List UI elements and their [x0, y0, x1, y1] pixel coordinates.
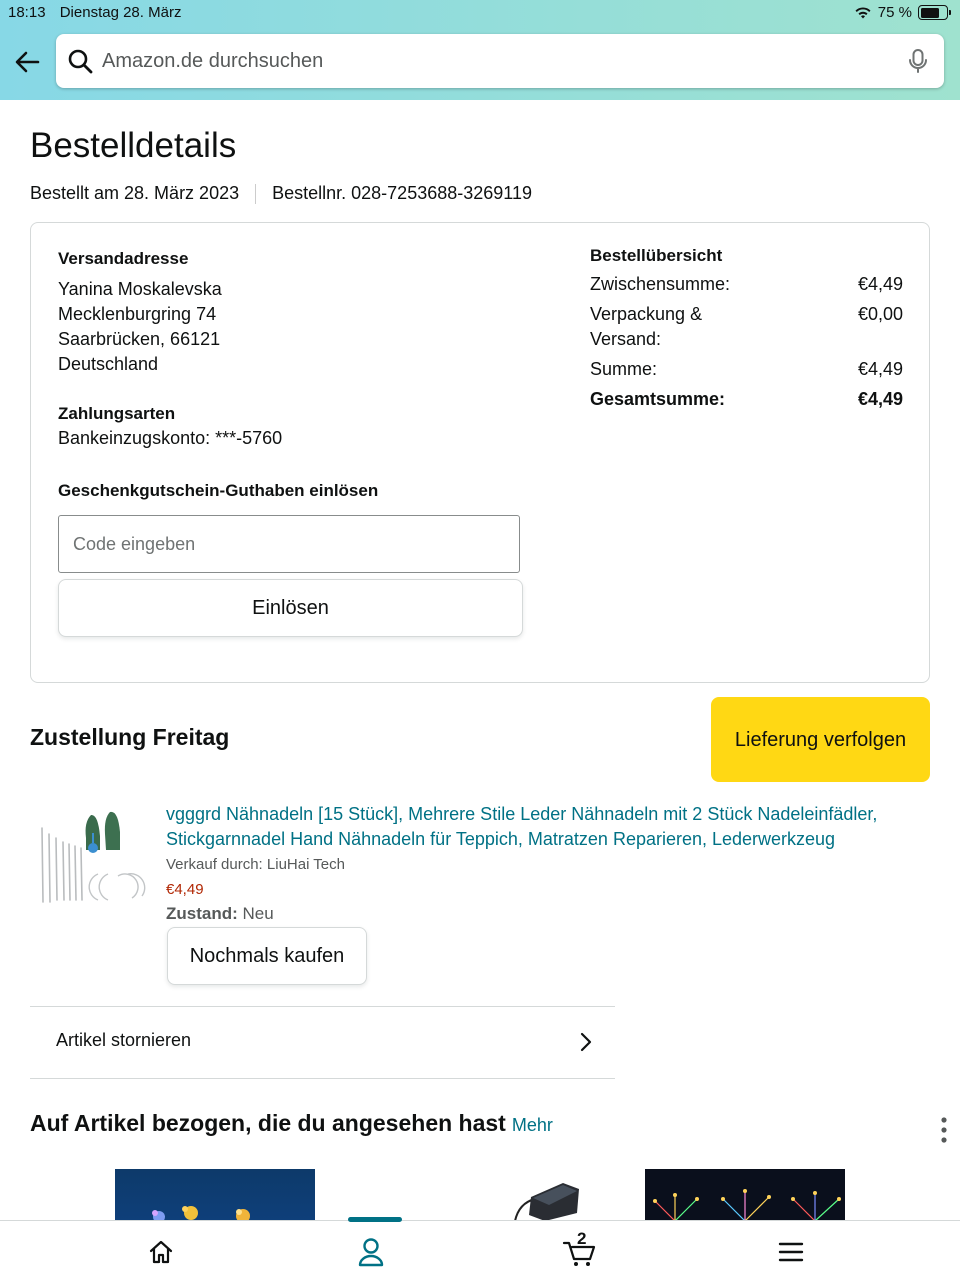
more-options-icon[interactable]: [936, 1116, 952, 1144]
garden-lights-image: [152, 1206, 250, 1221]
product-image[interactable]: [36, 808, 152, 908]
needles-product-icon: [41, 811, 146, 903]
gift-code-input[interactable]: [58, 515, 520, 573]
delivery-heading: Zustellung Freitag: [30, 724, 230, 750]
redeem-button[interactable]: Einlösen: [58, 579, 523, 637]
microphone-icon[interactable]: [904, 47, 932, 75]
nav-account[interactable]: [351, 1235, 391, 1269]
battery-percent: 75 %: [877, 4, 912, 21]
shipping-address: Versandadresse Yanina Moskalevska Meckle…: [58, 246, 222, 377]
product-price: €4,49: [166, 881, 204, 898]
payment-heading: Zahlungsarten: [58, 404, 176, 423]
payment-methods: Zahlungsarten Bankeinzugskonto: ***-5760: [58, 401, 282, 451]
summary-row-subtotal: Zwischensumme: €4,49: [590, 274, 903, 294]
payment-method: Bankeinzugskonto: ***-5760: [58, 428, 283, 448]
status-time: 18:13: [8, 4, 46, 21]
buy-again-button[interactable]: Nochmals kaufen: [167, 927, 367, 985]
condition-label: Zustand:: [166, 904, 238, 923]
related-title: Auf Artikel bezogen, die du angesehen ha…: [30, 1110, 506, 1136]
wifi-icon: [855, 6, 871, 18]
order-number: Bestellnr. 028-7253688-3269119: [272, 183, 532, 203]
shipping-heading: Versandadresse: [58, 249, 189, 268]
back-arrow-icon: [15, 51, 40, 73]
status-date: Dienstag 28. März: [59, 4, 182, 21]
shipping-name: Yanina Moskalevska: [58, 279, 222, 299]
solar-lamp-image: [514, 1183, 579, 1221]
summary-heading: Bestellübersicht: [590, 246, 723, 265]
search-icon: [68, 49, 93, 74]
related-product-image-2[interactable]: [505, 1169, 595, 1221]
condition-value: Neu: [242, 904, 274, 923]
track-package-button[interactable]: Lieferung verfolgen: [711, 697, 930, 782]
home-icon: [149, 1240, 173, 1264]
back-button[interactable]: [12, 46, 44, 78]
nav-menu[interactable]: [771, 1235, 811, 1269]
related-more-link[interactable]: Mehr: [512, 1115, 553, 1135]
firework-lights-image: [653, 1189, 841, 1221]
summary-row-total: Gesamtsumme: €4,49: [590, 389, 903, 409]
status-bar: 18:13 Dienstag 28. März 75 %: [0, 0, 960, 26]
product-condition: Zustand: Neu: [166, 904, 274, 924]
summary-row-shipping: Verpackung & Versand: €0,00: [590, 304, 903, 349]
battery-icon: [918, 5, 951, 20]
shipping-city: Saarbrücken, 66121: [58, 329, 221, 349]
search-input[interactable]: [102, 44, 882, 78]
related-product-image-1[interactable]: [115, 1169, 315, 1221]
shipping-country: Deutschland: [58, 354, 159, 374]
gift-card-heading: Geschenkgutschein-Guthaben einlösen: [58, 481, 379, 500]
cancel-items-row[interactable]: Artikel stornieren: [30, 1006, 615, 1079]
nav-cart[interactable]: 2: [560, 1229, 600, 1269]
bottom-navigation: 2: [0, 1217, 960, 1280]
summary-row-sum: Summe: €4,49: [590, 359, 903, 379]
order-meta: Bestellt am 28. März 2023 Bestellnr. 028…: [30, 183, 532, 204]
cancel-items-label: Artikel stornieren: [56, 1030, 192, 1050]
header: 18:13 Dienstag 28. März 75 %: [0, 0, 960, 100]
order-details-card: Versandadresse Yanina Moskalevska Meckle…: [30, 222, 930, 683]
hamburger-menu-icon: [778, 1242, 804, 1262]
page-title: Bestelldetails: [30, 126, 237, 165]
active-tab-indicator: [348, 1217, 402, 1222]
nav-home[interactable]: [141, 1235, 181, 1269]
related-heading: Auf Artikel bezogen, die du angesehen ha…: [30, 1110, 553, 1137]
user-icon: [358, 1238, 384, 1267]
related-product-image-3[interactable]: [645, 1169, 845, 1221]
order-date: Bestellt am 28. März 2023: [30, 183, 240, 203]
product-title-link[interactable]: vgggrd Nähnadeln [15 Stück], Mehrere Sti…: [166, 802, 906, 852]
order-summary: Bestellübersicht Zwischensumme: €4,49 Ve…: [590, 246, 903, 417]
cart-count-badge: 2: [577, 1229, 587, 1248]
seller-info: Verkauf durch: LiuHai Tech: [166, 856, 345, 873]
meta-divider: [255, 183, 257, 204]
search-bar[interactable]: [56, 34, 944, 88]
chevron-right-icon: [580, 1032, 592, 1052]
shipping-street: Mecklenburgring 74: [58, 304, 217, 324]
